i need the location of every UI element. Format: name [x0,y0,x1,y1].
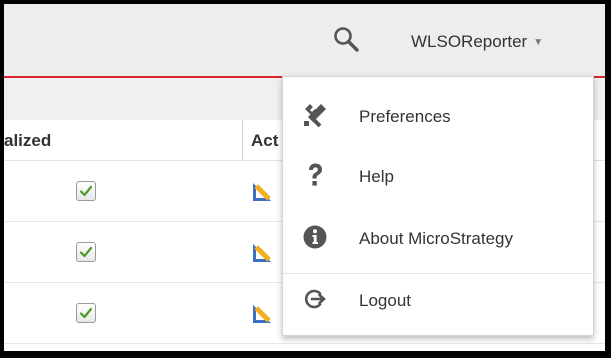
edit-report-icon[interactable] [251,179,275,203]
column-header-actions[interactable]: Act [251,131,278,151]
user-menu-button[interactable]: WLSOReporter ▼ [411,32,543,54]
top-bar: WLSOReporter ▼ [4,4,605,78]
edit-report-icon[interactable] [251,301,275,325]
question-mark-icon [309,163,322,186]
search-icon[interactable] [333,26,359,52]
app-window: WLSOReporter ▼ alized Act Preferences He… [4,4,605,351]
column-divider [242,120,243,160]
checked-checkbox-icon [76,303,96,323]
column-header-finalized[interactable]: alized [4,131,51,151]
info-circle-icon [303,225,327,249]
checked-checkbox-icon [76,181,96,201]
logout-icon [304,289,326,309]
username-label: WLSOReporter [411,32,528,51]
edit-report-icon[interactable] [251,240,275,264]
menu-item-logout[interactable]: Logout [283,271,593,329]
wrench-screwdriver-icon [304,104,326,128]
menu-item-label: Preferences [359,107,451,126]
menu-item-label: About MicroStrategy [359,229,514,248]
chevron-down-icon: ▼ [533,37,544,48]
menu-item-about[interactable]: About MicroStrategy [283,209,593,267]
menu-item-label: Logout [359,291,411,310]
menu-item-help[interactable]: Help [283,147,593,205]
menu-item-preferences[interactable]: Preferences [283,87,593,145]
user-dropdown-menu: Preferences Help About MicroStrategy Log… [282,76,594,336]
menu-item-label: Help [359,167,394,186]
checked-checkbox-icon [76,242,96,262]
